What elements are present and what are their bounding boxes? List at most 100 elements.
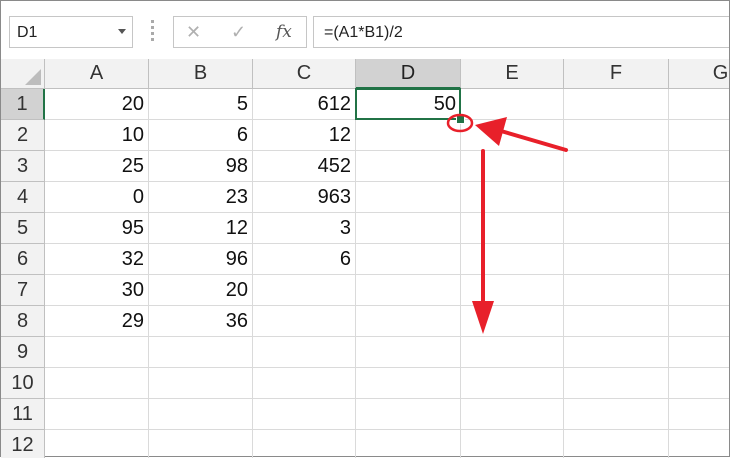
fill-handle[interactable]	[456, 115, 465, 124]
resize-handle-icon[interactable]	[151, 20, 155, 44]
cell-b7[interactable]: 20	[149, 275, 253, 306]
cell-a2[interactable]: 10	[45, 120, 149, 151]
cell-g12[interactable]	[669, 430, 729, 458]
cell-b1[interactable]: 5	[149, 89, 253, 120]
row-header-1[interactable]: 1	[1, 89, 45, 120]
cell-c8[interactable]	[253, 306, 356, 337]
cell-b9[interactable]	[149, 337, 253, 368]
cell-d11[interactable]	[356, 399, 461, 430]
cell-c1[interactable]: 612	[253, 89, 356, 120]
cell-b10[interactable]	[149, 368, 253, 399]
cell-f6[interactable]	[564, 244, 669, 275]
row-header-12[interactable]: 12	[1, 430, 45, 458]
cell-b4[interactable]: 23	[149, 182, 253, 213]
cell-a1[interactable]: 20	[45, 89, 149, 120]
column-header-a[interactable]: A	[45, 59, 149, 89]
cell-d12[interactable]	[356, 430, 461, 458]
cell-e5[interactable]	[461, 213, 564, 244]
cell-g2[interactable]	[669, 120, 729, 151]
cell-c12[interactable]	[253, 430, 356, 458]
cell-b6[interactable]: 96	[149, 244, 253, 275]
cell-b12[interactable]	[149, 430, 253, 458]
cell-b3[interactable]: 98	[149, 151, 253, 182]
cell-g10[interactable]	[669, 368, 729, 399]
cell-f7[interactable]	[564, 275, 669, 306]
cell-a6[interactable]: 32	[45, 244, 149, 275]
cell-g6[interactable]	[669, 244, 729, 275]
cell-d10[interactable]	[356, 368, 461, 399]
row-header-10[interactable]: 10	[1, 368, 45, 399]
column-header-g[interactable]: G	[669, 59, 729, 89]
cell-d1[interactable]: 50	[356, 89, 461, 120]
column-header-d[interactable]: D	[356, 59, 461, 89]
cell-d5[interactable]	[356, 213, 461, 244]
cell-c3[interactable]: 452	[253, 151, 356, 182]
cell-f2[interactable]	[564, 120, 669, 151]
column-header-e[interactable]: E	[461, 59, 564, 89]
row-header-3[interactable]: 3	[1, 151, 45, 182]
cell-e11[interactable]	[461, 399, 564, 430]
cell-e2[interactable]	[461, 120, 564, 151]
cell-a5[interactable]: 95	[45, 213, 149, 244]
cell-a11[interactable]	[45, 399, 149, 430]
cell-c5[interactable]: 3	[253, 213, 356, 244]
cell-d9[interactable]	[356, 337, 461, 368]
cell-c9[interactable]	[253, 337, 356, 368]
cell-a8[interactable]: 29	[45, 306, 149, 337]
cell-g3[interactable]	[669, 151, 729, 182]
cell-d2[interactable]	[356, 120, 461, 151]
cell-a9[interactable]	[45, 337, 149, 368]
cell-d8[interactable]	[356, 306, 461, 337]
cell-g8[interactable]	[669, 306, 729, 337]
cell-g5[interactable]	[669, 213, 729, 244]
row-header-2[interactable]: 2	[1, 120, 45, 151]
row-header-9[interactable]: 9	[1, 337, 45, 368]
cell-c10[interactable]	[253, 368, 356, 399]
name-box-value[interactable]: D1	[17, 24, 37, 42]
cell-g11[interactable]	[669, 399, 729, 430]
cell-f1[interactable]	[564, 89, 669, 120]
row-header-5[interactable]: 5	[1, 213, 45, 244]
cell-f5[interactable]	[564, 213, 669, 244]
select-all-button[interactable]	[1, 59, 45, 89]
column-header-c[interactable]: C	[253, 59, 356, 89]
cell-e12[interactable]	[461, 430, 564, 458]
cell-b8[interactable]: 36	[149, 306, 253, 337]
cell-f10[interactable]	[564, 368, 669, 399]
name-box[interactable]: D1	[9, 16, 133, 48]
cell-e10[interactable]	[461, 368, 564, 399]
column-header-f[interactable]: F	[564, 59, 669, 89]
cell-b11[interactable]	[149, 399, 253, 430]
cell-e3[interactable]	[461, 151, 564, 182]
cell-f12[interactable]	[564, 430, 669, 458]
cell-a4[interactable]: 0	[45, 182, 149, 213]
cell-f9[interactable]	[564, 337, 669, 368]
cell-c6[interactable]: 6	[253, 244, 356, 275]
cell-f3[interactable]	[564, 151, 669, 182]
row-header-4[interactable]: 4	[1, 182, 45, 213]
cell-f8[interactable]	[564, 306, 669, 337]
row-header-6[interactable]: 6	[1, 244, 45, 275]
cell-a12[interactable]	[45, 430, 149, 458]
chevron-down-icon[interactable]	[118, 29, 126, 34]
row-header-11[interactable]: 11	[1, 399, 45, 430]
cell-b2[interactable]: 6	[149, 120, 253, 151]
cell-e1[interactable]	[461, 89, 564, 120]
cell-d4[interactable]	[356, 182, 461, 213]
cell-a7[interactable]: 30	[45, 275, 149, 306]
cell-e7[interactable]	[461, 275, 564, 306]
cell-d7[interactable]	[356, 275, 461, 306]
cell-c11[interactable]	[253, 399, 356, 430]
cell-c4[interactable]: 963	[253, 182, 356, 213]
cell-c2[interactable]: 12	[253, 120, 356, 151]
column-header-b[interactable]: B	[149, 59, 253, 89]
cell-e8[interactable]	[461, 306, 564, 337]
cell-a3[interactable]: 25	[45, 151, 149, 182]
cell-c7[interactable]	[253, 275, 356, 306]
cell-g4[interactable]	[669, 182, 729, 213]
cell-g7[interactable]	[669, 275, 729, 306]
cell-g1[interactable]	[669, 89, 729, 120]
cancel-icon[interactable]: ✕	[186, 22, 201, 43]
cell-e6[interactable]	[461, 244, 564, 275]
formula-input[interactable]: =(A1*B1)/2	[313, 16, 729, 48]
